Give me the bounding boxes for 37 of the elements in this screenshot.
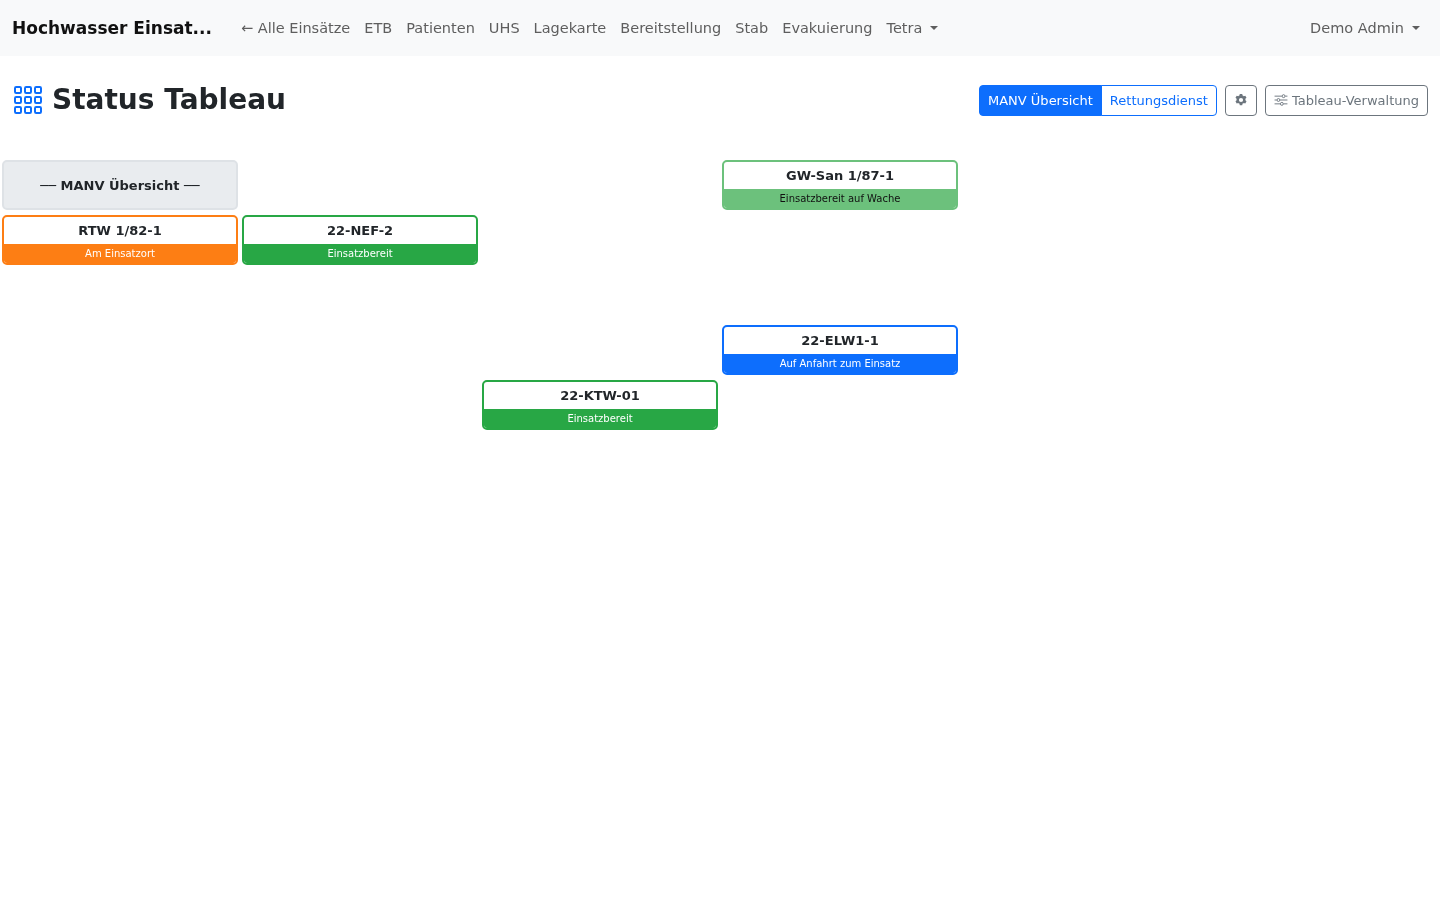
vehicle-card[interactable]: 22-KTW-01 Einsatzbereit: [482, 380, 718, 430]
vehicle-status: Einsatzbereit auf Wache: [724, 189, 956, 208]
vehicle-status: Einsatzbereit: [244, 244, 476, 263]
brand-title[interactable]: Hochwasser Einsat...: [12, 18, 212, 38]
vehicle-name: GW-San 1/87-1: [784, 167, 896, 185]
vehicle-name: 22-KTW-01: [559, 387, 641, 405]
sliders-icon: [1273, 94, 1288, 106]
vehicle-name: 22-NEF-2: [325, 222, 395, 240]
vehicle-status: Einsatzbereit: [484, 409, 716, 428]
nav-link[interactable]: Patienten: [399, 12, 482, 44]
vehicle-name: RTW 1/82-1: [77, 222, 163, 240]
user-menu[interactable]: Demo Admin: [1303, 12, 1428, 44]
caret-icon: [930, 26, 939, 30]
nav-link[interactable]: Lagekarte: [526, 12, 614, 44]
nav-link[interactable]: UHS: [481, 12, 527, 44]
settings-icon: [1233, 93, 1248, 107]
view-toggle-button[interactable]: MANV Übersicht: [979, 84, 1102, 116]
tableau-management-button[interactable]: Tableau-Verwaltung: [1264, 84, 1428, 116]
nav-link[interactable]: Bereitstellung: [613, 12, 729, 44]
page-title: Status Tableau: [52, 83, 287, 117]
vehicle-name: 22-ELW1-1: [800, 332, 880, 350]
vehicle-card[interactable]: GW-San 1/87-1 Einsatzbereit auf Wache: [722, 160, 958, 210]
settings-button[interactable]: [1224, 84, 1257, 116]
vehicle-status: Auf Anfahrt zum Einsatz: [724, 354, 956, 373]
vehicle-status: Am Einsatzort: [4, 244, 236, 263]
nav-link[interactable]: ← Alle Einsätze: [233, 12, 358, 44]
nav-link[interactable]: ETB: [357, 12, 400, 44]
view-toggle-button[interactable]: Rettungsdienst: [1100, 84, 1217, 116]
group-header: ── MANV Übersicht ──: [2, 160, 238, 210]
nav-link[interactable]: Stab: [728, 12, 776, 44]
nav-dropdown[interactable]: Tetra: [879, 12, 946, 44]
vehicle-card[interactable]: RTW 1/82-1 Am Einsatzort: [2, 215, 238, 265]
vehicle-card[interactable]: 22-NEF-2 Einsatzbereit: [242, 215, 478, 265]
vehicle-card[interactable]: 22-ELW1-1 Auf Anfahrt zum Einsatz: [722, 325, 958, 375]
grid-icon: [14, 86, 42, 114]
caret-icon: [1412, 26, 1420, 30]
nav-link[interactable]: Evakuierung: [775, 12, 880, 44]
